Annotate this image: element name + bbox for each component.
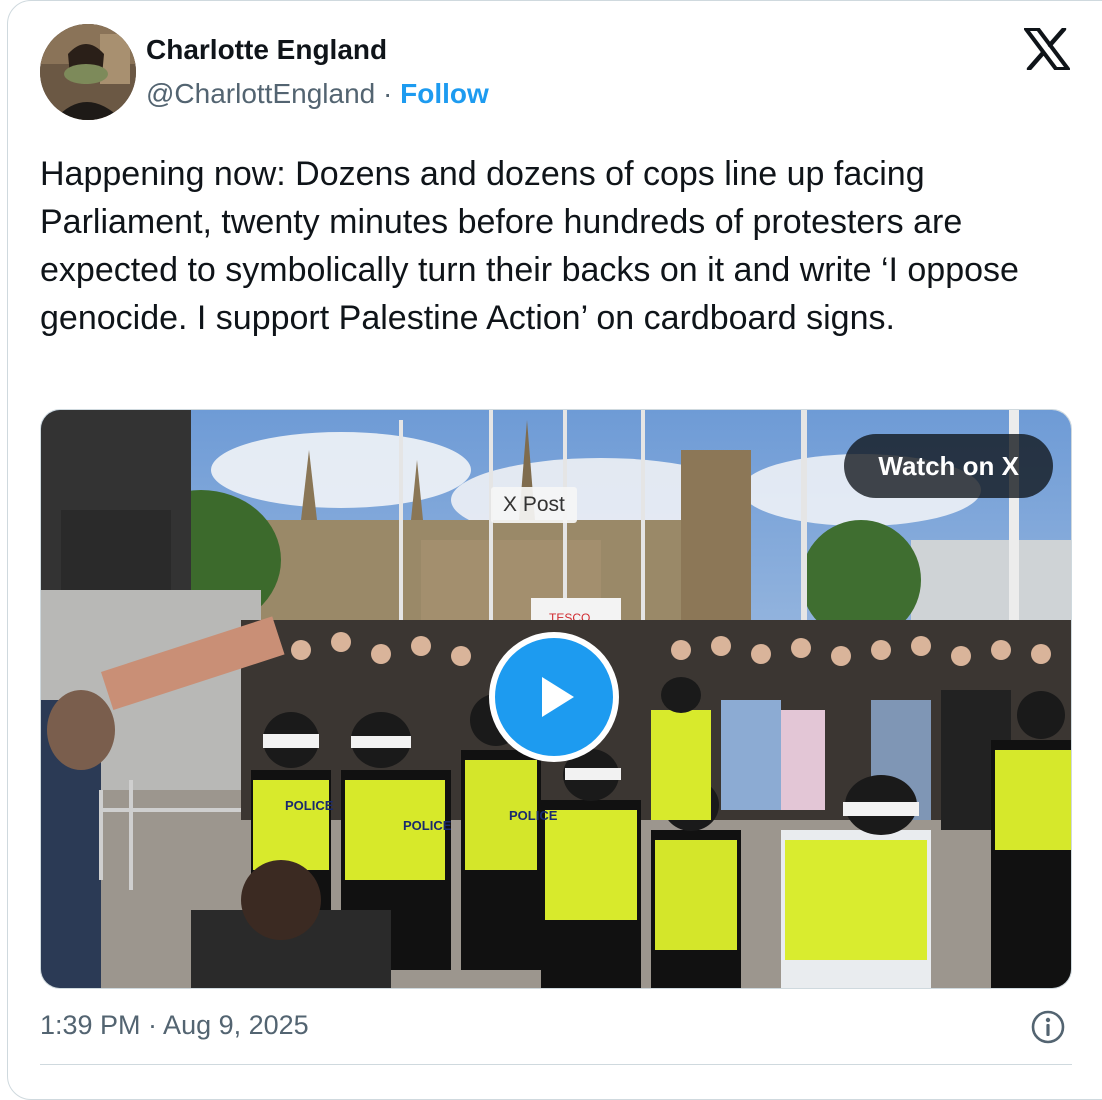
x-post-tooltip: X Post (491, 487, 577, 523)
x-logo-icon[interactable] (1024, 26, 1070, 72)
vest-label-3: POLICE (509, 808, 558, 823)
info-icon[interactable] (1030, 1009, 1066, 1045)
vest-label-2: POLICE (403, 818, 452, 833)
avatar[interactable] (40, 24, 136, 120)
tweet-timestamp[interactable]: 1:39 PM · Aug 9, 2025 (40, 1010, 309, 1041)
follow-button[interactable]: Follow (400, 78, 489, 109)
video-player[interactable]: TESCO POLICE POLICE POLICE Watch on X X … (40, 409, 1072, 989)
handle-separator: · (383, 78, 393, 109)
tweet-text: Happening now: Dozens and dozens of cops… (40, 155, 1019, 337)
play-button[interactable] (489, 632, 619, 762)
divider (40, 1064, 1072, 1065)
author-handle-row: @CharlottEngland · Follow (146, 78, 489, 110)
vest-label-1: POLICE (285, 798, 334, 813)
author-name[interactable]: Charlotte England (146, 34, 387, 66)
watch-on-x-button[interactable]: Watch on X (844, 434, 1053, 498)
play-icon (542, 677, 574, 717)
author-handle[interactable]: @CharlottEngland (146, 78, 375, 109)
